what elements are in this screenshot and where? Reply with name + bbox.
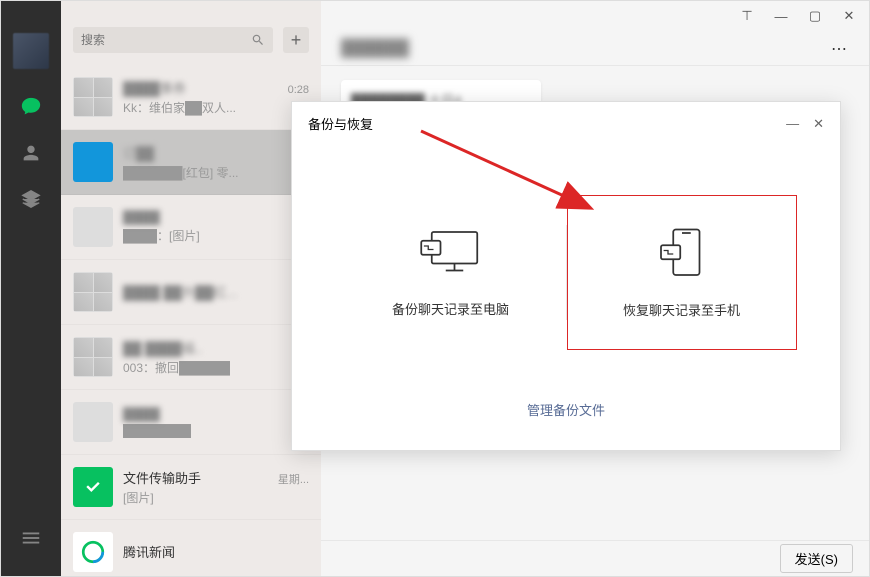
- chat-item[interactable]: ████事券 0:28 Kk：维伯家██双人...: [61, 65, 321, 130]
- chat-item-title: ████: [123, 210, 160, 225]
- more-icon[interactable]: ⋯: [831, 39, 849, 59]
- chat-item-title: ████事券: [123, 78, 186, 97]
- chat-item-preview: ████：[图片]: [123, 227, 309, 244]
- chat-avatar: [73, 402, 113, 442]
- manage-backups-link[interactable]: 管理备份文件: [527, 403, 605, 418]
- restore-to-phone-option[interactable]: 恢复聊天记录至手机: [567, 195, 797, 350]
- chat-item[interactable]: 订██ ███████[红包] 零...: [61, 130, 321, 195]
- chat-avatar: [73, 467, 113, 507]
- window-controls: ⊤ — ▢ ✕: [321, 1, 869, 31]
- chat-item-preview: ███████[红包] 零...: [123, 164, 309, 181]
- chat-avatar: [73, 337, 113, 377]
- pin-icon[interactable]: ⊤: [737, 6, 757, 26]
- backup-restore-dialog: 备份与恢复 — ✕ 备份聊天记录至电脑: [291, 101, 841, 451]
- chat-item[interactable]: 文件传输助手 星期... [图片]: [61, 455, 321, 520]
- chat-avatar: [73, 77, 113, 117]
- search-input[interactable]: [73, 27, 273, 53]
- chat-item-preview: [图片]: [123, 489, 309, 506]
- chat-avatar: [73, 532, 113, 572]
- user-avatar[interactable]: [13, 33, 49, 69]
- close-icon[interactable]: ✕: [839, 6, 859, 26]
- chat-item-title: 腾讯新闻: [123, 542, 175, 561]
- chat-item[interactable]: ████ ████：[图片]: [61, 195, 321, 260]
- chat-item[interactable]: ████ ██外██红...: [61, 260, 321, 325]
- dialog-minimize-icon[interactable]: —: [786, 116, 799, 132]
- minimize-icon[interactable]: —: [771, 6, 791, 26]
- chat-avatar: [73, 207, 113, 247]
- chat-title: ██████: [341, 40, 409, 58]
- contacts-icon[interactable]: [13, 135, 49, 171]
- chat-avatar: [73, 272, 113, 312]
- send-button[interactable]: 发送(S): [780, 544, 853, 573]
- chat-item-title: ████ ██外██红...: [123, 282, 237, 301]
- chat-header: ██████ ⋯: [321, 31, 869, 66]
- computer-icon: [416, 225, 486, 275]
- add-button[interactable]: +: [283, 27, 309, 53]
- chat-item[interactable]: ████████████: [61, 390, 321, 455]
- chat-item-title: 文件传输助手: [123, 468, 201, 487]
- chat-item-title: ████: [123, 407, 160, 422]
- menu-icon[interactable]: [13, 520, 49, 556]
- chat-item[interactable]: 腾讯新闻: [61, 520, 321, 576]
- chat-item-preview: Kk：维伯家██双人...: [123, 99, 309, 116]
- chat-item-title: 订██: [123, 143, 154, 162]
- phone-icon: [647, 226, 717, 276]
- chat-item-time: 0:28: [288, 84, 309, 96]
- chat-list: + ████事券 0:28 Kk：维伯家██双人... 订██ ███████[红包] …: [61, 1, 321, 576]
- search-icon: [251, 33, 265, 47]
- sidebar: [1, 1, 61, 576]
- favorites-icon[interactable]: [13, 181, 49, 217]
- backup-to-pc-option[interactable]: 备份聊天记录至电脑: [336, 195, 566, 350]
- dialog-title: 备份与恢复: [308, 114, 373, 133]
- chat-avatar: [73, 142, 113, 182]
- chat-item-preview: 003：撤回██████: [123, 359, 309, 376]
- chat-item[interactable]: ██ ████福.. 003：撤回██████: [61, 325, 321, 390]
- dialog-close-icon[interactable]: ✕: [813, 116, 824, 132]
- maximize-icon[interactable]: ▢: [805, 6, 825, 26]
- chat-item-title: ██ ████福..: [123, 338, 202, 357]
- chat-icon[interactable]: [13, 89, 49, 125]
- chat-item-time: 星期...: [278, 471, 309, 487]
- chat-item-preview: ████████: [123, 424, 309, 438]
